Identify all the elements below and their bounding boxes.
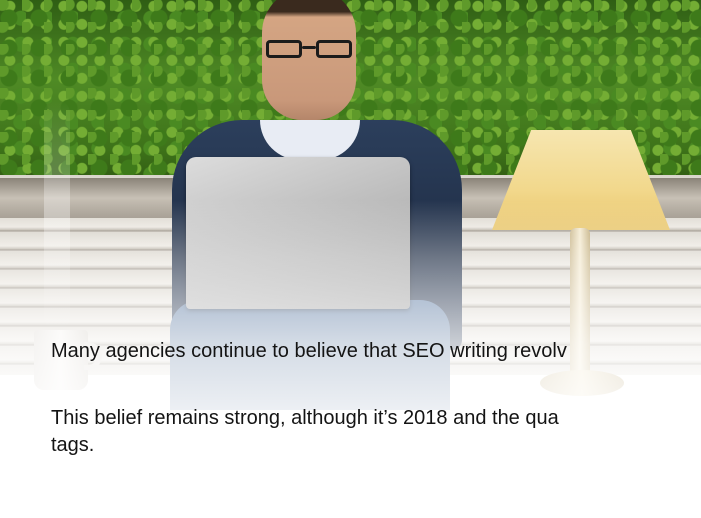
page: Many agencies continue to believe that S… (0, 0, 701, 518)
article-paragraph-2-line-2: tags. (51, 434, 95, 456)
person-head (262, 0, 356, 120)
article-body: Many agencies continue to believe that S… (51, 338, 701, 459)
article-paragraph-1: Many agencies continue to believe that S… (51, 340, 567, 362)
glasses-icon (266, 40, 352, 60)
article-paragraph-2-line-1: This belief remains strong, although it’… (51, 407, 559, 429)
